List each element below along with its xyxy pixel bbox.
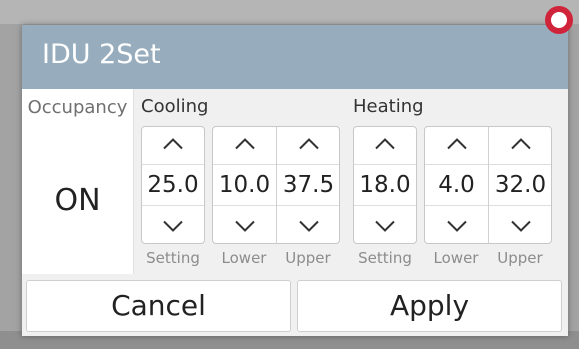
- chevron-down-icon: [375, 220, 395, 232]
- heating-lower-down-button[interactable]: [425, 209, 488, 243]
- chevron-down-icon: [163, 220, 183, 232]
- occupancy-value[interactable]: ON: [22, 183, 133, 218]
- chevron-up-icon: [234, 138, 255, 150]
- cooling-lower-up-button[interactable]: [213, 127, 276, 161]
- chevron-down-icon: [234, 220, 255, 232]
- occupancy-column: Occupancy ON: [22, 89, 134, 274]
- heating-lower-cell: 4.0: [425, 127, 488, 243]
- cooling-setting-value[interactable]: 25.0: [142, 164, 204, 206]
- heating-range-spinbox: 4.0 32.0: [424, 126, 552, 244]
- heating-setting-up-button[interactable]: [354, 127, 416, 161]
- cooling-lower-value[interactable]: 10.0: [213, 164, 276, 206]
- heating-lower-up-button[interactable]: [425, 127, 488, 161]
- dialog-title: IDU 2Set: [42, 39, 161, 70]
- heating-upper-label: Upper: [497, 249, 543, 267]
- heating-setting-value[interactable]: 18.0: [354, 164, 416, 206]
- cooling-setting-label: Setting: [146, 249, 200, 267]
- setpoint-panel: Occupancy ON Cooling Heating 25.0 10.0 3…: [22, 89, 568, 274]
- chevron-up-icon: [298, 138, 319, 150]
- heating-upper-down-button[interactable]: [489, 209, 551, 243]
- cooling-setting-spinbox: 25.0: [141, 126, 205, 244]
- cancel-button[interactable]: Cancel: [26, 280, 291, 332]
- ring-icon: [545, 6, 573, 34]
- chevron-down-icon: [510, 220, 531, 232]
- cooling-lower-down-button[interactable]: [213, 209, 276, 243]
- chevron-up-icon: [375, 138, 395, 150]
- chevron-up-icon: [446, 138, 467, 150]
- cooling-upper-cell: 37.5: [276, 127, 339, 243]
- cooling-setting-up-button[interactable]: [142, 127, 204, 161]
- cooling-upper-label: Upper: [285, 249, 331, 267]
- cooling-setting-down-button[interactable]: [142, 209, 204, 243]
- heating-label: Heating: [353, 96, 424, 117]
- cooling-lower-cell: 10.0: [213, 127, 276, 243]
- chevron-up-icon: [510, 138, 531, 150]
- cooling-upper-up-button[interactable]: [277, 127, 339, 161]
- heating-setting-spinbox: 18.0: [353, 126, 417, 244]
- heating-upper-cell: 32.0: [488, 127, 551, 243]
- idu-setting-dialog: IDU 2Set Occupancy ON Cooling Heating 25…: [22, 6, 573, 336]
- heating-lower-value[interactable]: 4.0: [425, 164, 488, 206]
- cooling-range-spinbox: 10.0 37.5: [212, 126, 340, 244]
- dialog-title-bar: IDU 2Set: [22, 25, 568, 89]
- heating-setting-cell: 18.0: [354, 127, 416, 243]
- cooling-lower-label: Lower: [221, 249, 267, 267]
- background-top-strip: [0, 0, 579, 24]
- heating-upper-up-button[interactable]: [489, 127, 551, 161]
- heating-upper-value[interactable]: 32.0: [489, 164, 551, 206]
- dialog-footer: Cancel Apply: [22, 274, 568, 336]
- cooling-setting-cell: 25.0: [142, 127, 204, 243]
- heating-setting-label: Setting: [358, 249, 412, 267]
- cooling-upper-value[interactable]: 37.5: [277, 164, 339, 206]
- chevron-down-icon: [298, 220, 319, 232]
- apply-button[interactable]: Apply: [297, 280, 562, 332]
- cooling-upper-down-button[interactable]: [277, 209, 339, 243]
- chevron-down-icon: [446, 220, 467, 232]
- heating-setting-down-button[interactable]: [354, 209, 416, 243]
- occupancy-label: Occupancy: [27, 97, 128, 118]
- heating-lower-label: Lower: [433, 249, 479, 267]
- chevron-up-icon: [163, 138, 183, 150]
- cooling-label: Cooling: [141, 96, 209, 117]
